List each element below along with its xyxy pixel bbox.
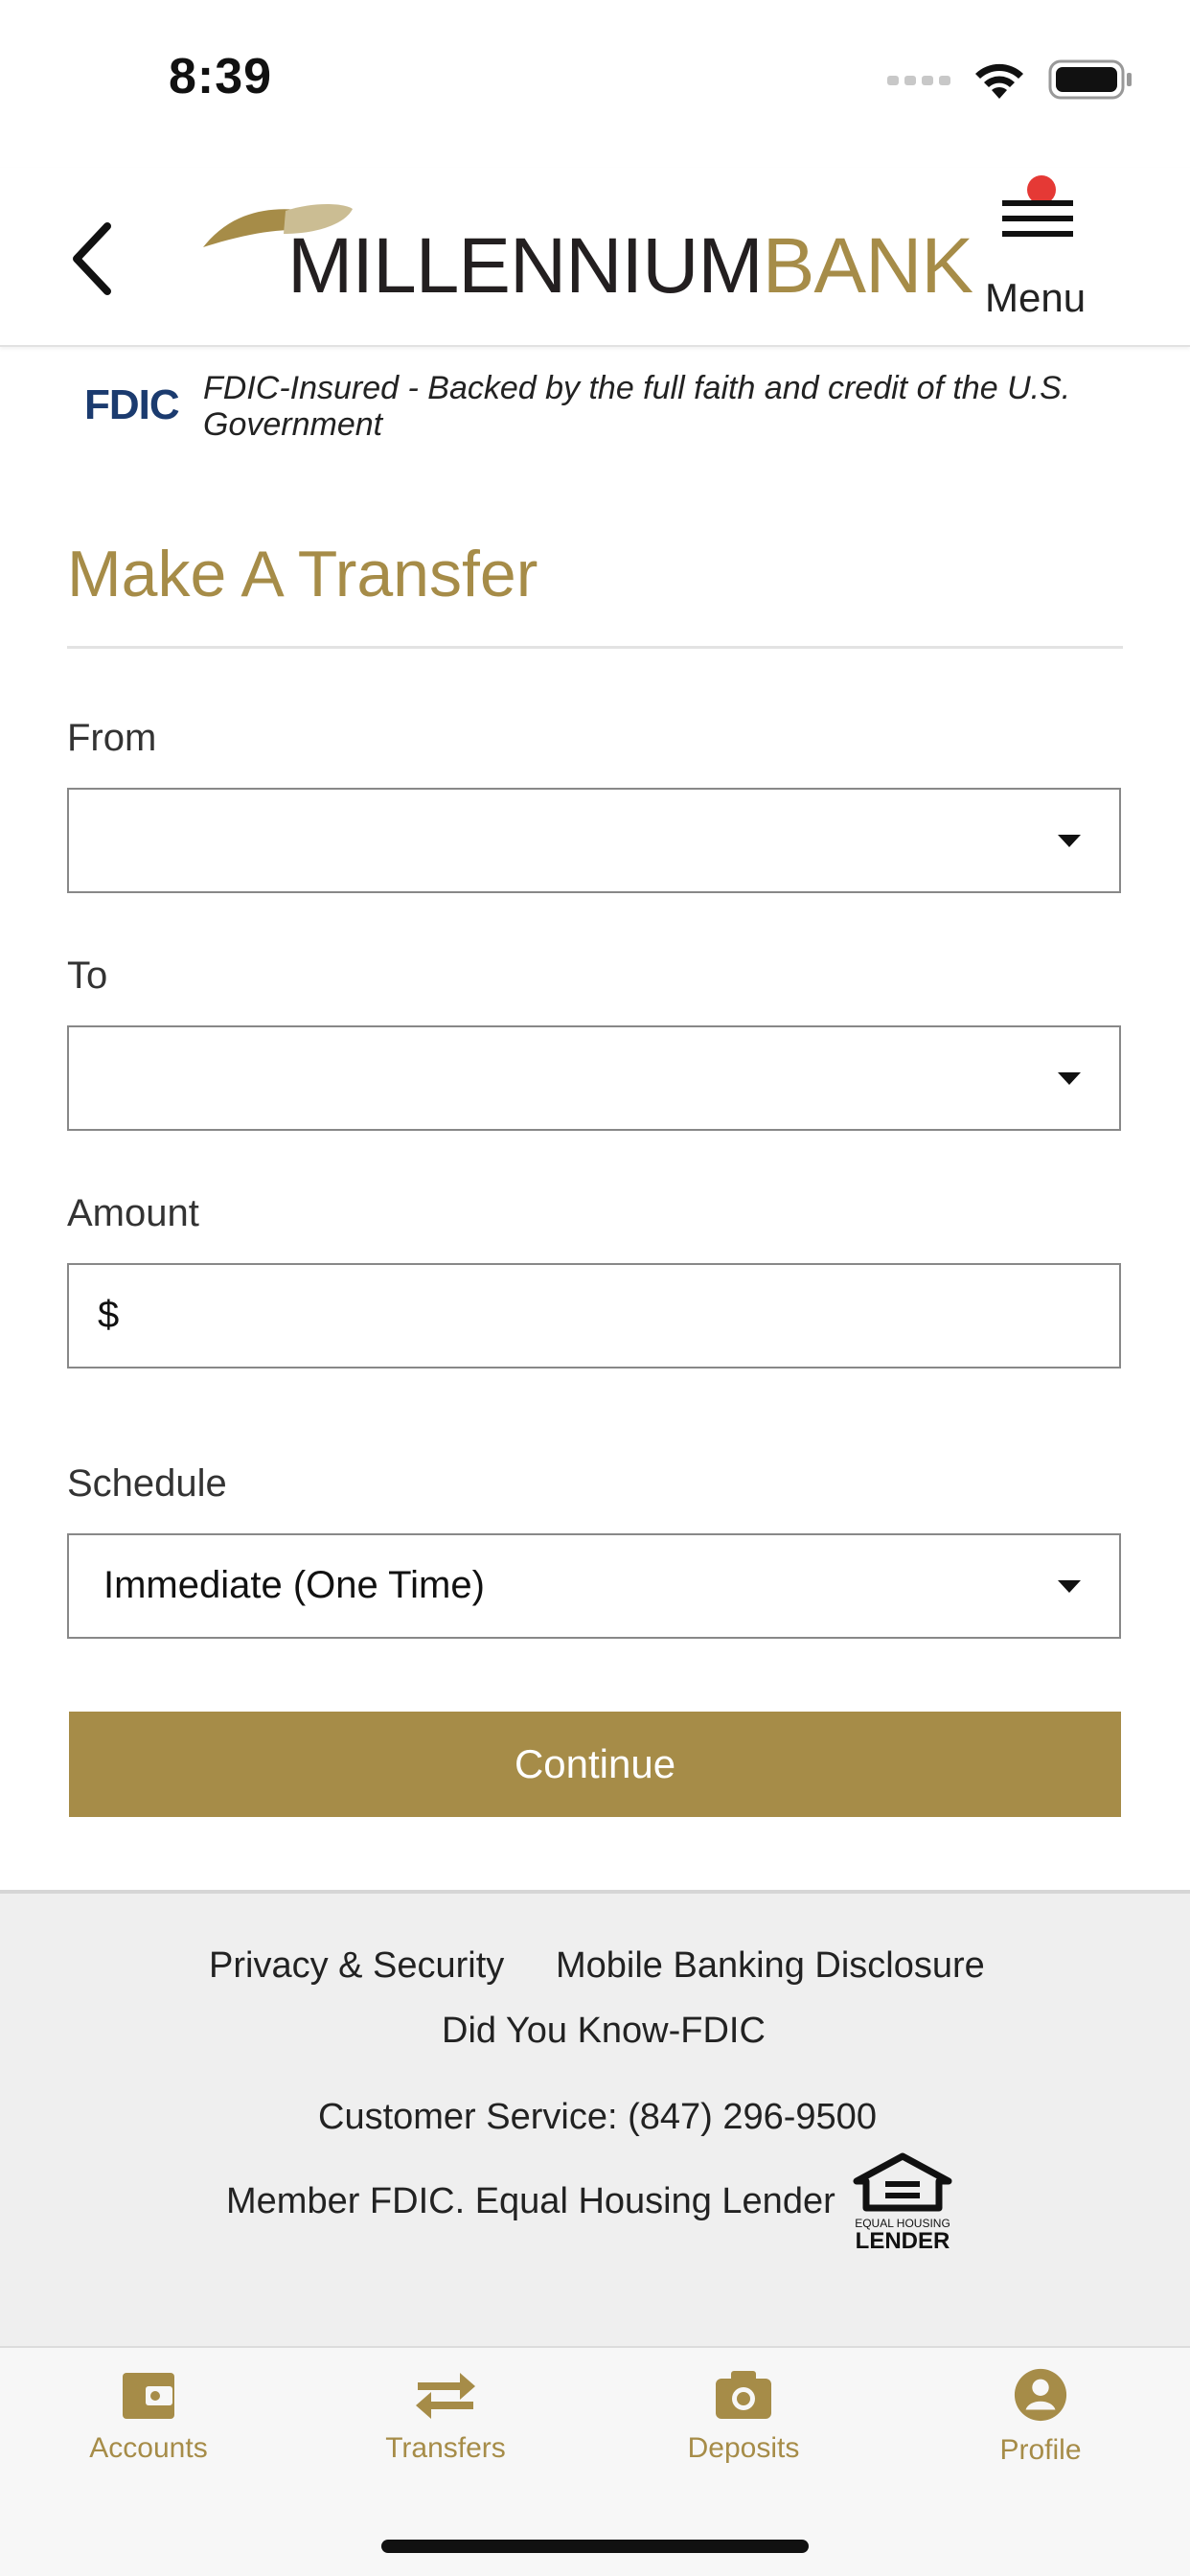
currency-symbol: $ (98, 1294, 120, 1336)
dropdown-caret-icon (1058, 1580, 1081, 1593)
tab-profile-label: Profile (999, 2434, 1082, 2466)
privacy-security-link[interactable]: Privacy & Security (209, 1945, 504, 1987)
battery-icon (1048, 59, 1132, 100)
schedule-value: Immediate (One Time) (103, 1564, 485, 1606)
hamburger-menu-icon (1002, 200, 1073, 237)
mobile-banking-disclosure-link[interactable]: Mobile Banking Disclosure (556, 1945, 985, 1987)
dropdown-caret-icon (1058, 835, 1081, 847)
schedule-select[interactable]: Immediate (One Time) (67, 1533, 1121, 1639)
fdic-notice: FDIC-Insured - Backed by the full faith … (203, 370, 1071, 443)
logo-text-bank: BANK (762, 222, 973, 310)
tab-deposits[interactable]: Deposits (648, 2367, 839, 2492)
logo-text-millennium: MILLENNIUM (287, 222, 764, 310)
cellular-signal-icon (887, 76, 950, 85)
camera-icon (716, 2371, 771, 2419)
home-indicator[interactable] (381, 2540, 809, 2553)
customer-service-phone[interactable]: Customer Service: (847) 296-9500 (318, 2097, 877, 2138)
back-button[interactable] (57, 216, 125, 302)
to-account-select[interactable] (67, 1025, 1121, 1131)
tab-transfers[interactable]: Transfers (350, 2367, 541, 2492)
wifi-icon (975, 63, 1023, 99)
swap-arrows-icon (416, 2373, 475, 2419)
status-icons (887, 56, 1133, 104)
tab-deposits-label: Deposits (687, 2432, 800, 2464)
tab-accounts-label: Accounts (89, 2432, 208, 2464)
menu-button[interactable]: Menu (977, 168, 1121, 340)
fdic-logo: FDIC (84, 381, 180, 428)
ehl-caption-bottom: LENDER (855, 2228, 950, 2254)
from-label: From (67, 717, 157, 759)
tab-profile[interactable]: Profile (945, 2367, 1136, 2492)
member-fdic-text: Member FDIC. Equal Housing Lender (226, 2181, 835, 2221)
from-account-select[interactable] (67, 788, 1121, 893)
to-label: To (67, 954, 108, 997)
equal-housing-lender-logo: EQUAL HOUSING LENDER (853, 2152, 952, 2258)
app-header: MILLENNIUMBANK Menu (0, 168, 1190, 347)
chevron-left-icon (73, 222, 111, 295)
title-divider (67, 646, 1123, 649)
continue-button[interactable]: Continue (69, 1712, 1121, 1817)
amount-label: Amount (67, 1192, 199, 1234)
wallet-icon (123, 2373, 174, 2419)
dropdown-caret-icon (1058, 1072, 1081, 1085)
tab-accounts[interactable]: Accounts (53, 2367, 244, 2492)
did-you-know-fdic-link[interactable]: Did You Know-FDIC (442, 2011, 766, 2052)
user-circle-icon (1014, 2368, 1067, 2422)
amount-input[interactable]: $ (67, 1263, 1121, 1368)
bank-logo: MILLENNIUMBANK (201, 201, 973, 310)
page-title: Make A Transfer (67, 538, 538, 610)
menu-label: Menu (985, 275, 1087, 320)
house-icon (853, 2152, 952, 2212)
tab-transfers-label: Transfers (385, 2432, 506, 2464)
schedule-label: Schedule (67, 1462, 227, 1505)
footer: Privacy & Security Mobile Banking Disclo… (0, 1890, 1190, 2346)
status-time: 8:39 (169, 49, 273, 104)
